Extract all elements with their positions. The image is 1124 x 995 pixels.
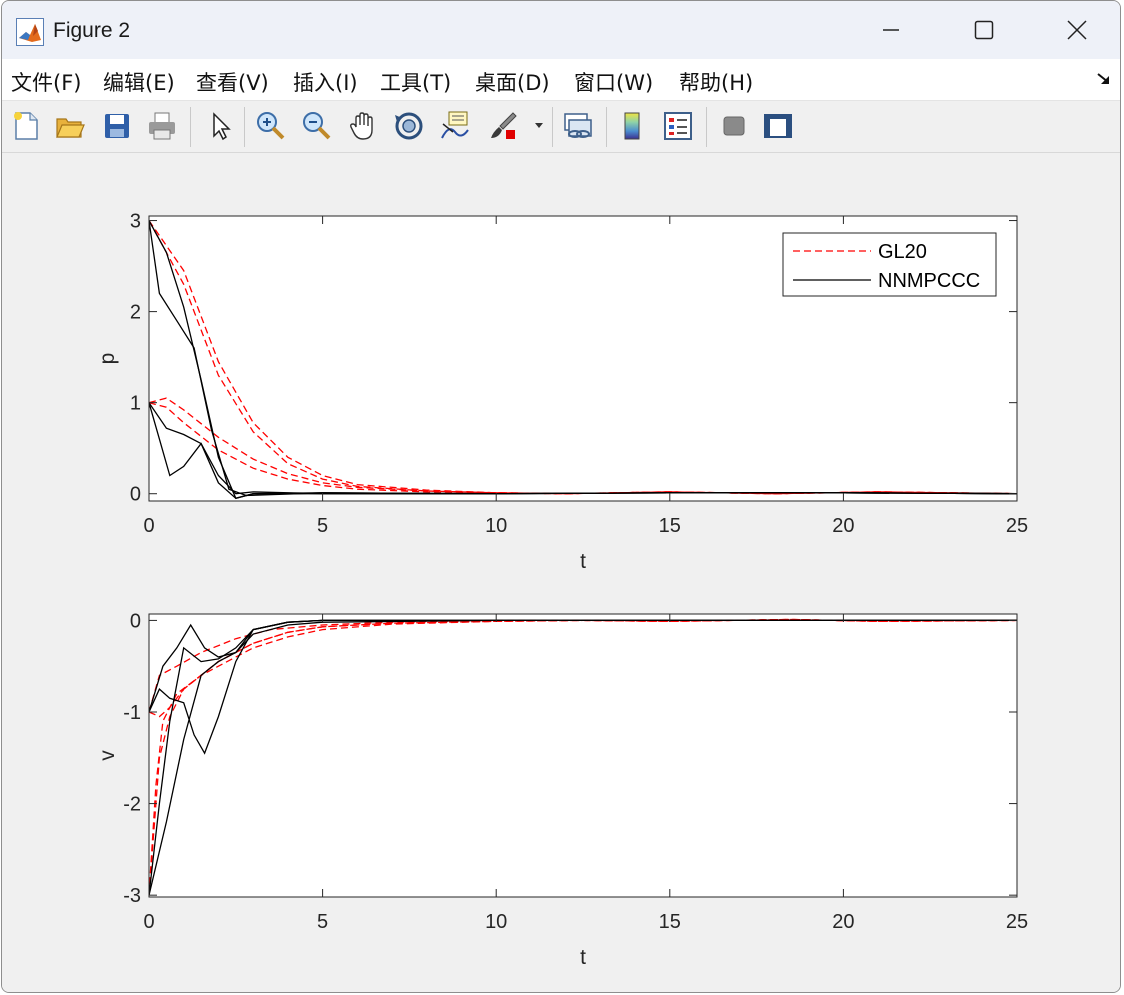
close-icon [1067, 20, 1087, 40]
hide-plot-tools-button[interactable] [716, 108, 752, 144]
pan-button[interactable] [345, 108, 381, 144]
figure-canvas: 0 5 10 15 20 25 0 1 2 3 t p GL20 NNMPCCC 0 5 10 15 20 25 -3 -… [2, 153, 1120, 992]
plot-canvas: 0 5 10 15 20 25 0 1 2 3 t p GL20 NNMPCCC 0 5 10 15 20 25 -3 -… [96, 211, 1028, 969]
open-file-button[interactable] [52, 108, 88, 144]
menu-tools[interactable]: 工具(T) [380, 67, 451, 97]
y-tick-label: -2 [123, 794, 141, 816]
brush-dropdown-icon [535, 123, 543, 128]
toolbar [2, 101, 1120, 153]
toolbar-separator [706, 107, 707, 147]
x-axis-label: t [580, 946, 586, 969]
x-tick-label: 15 [659, 515, 681, 537]
menu-help[interactable]: 帮助(H) [679, 67, 753, 97]
maximize-icon [974, 20, 994, 40]
x-tick-label: 25 [1006, 911, 1028, 933]
data-cursor-button[interactable] [437, 108, 473, 144]
y-tick-label: -3 [123, 885, 141, 907]
colorbar-button[interactable] [614, 108, 650, 144]
x-tick-label: 25 [1006, 515, 1028, 537]
rotate-3d-icon [395, 112, 423, 140]
show-plot-tools-button[interactable] [760, 108, 796, 144]
legend-icon [664, 112, 692, 140]
y-tick-label: 0 [130, 484, 141, 506]
edit-plot-arrow-icon [213, 112, 231, 141]
x-tick-label: 20 [832, 911, 854, 933]
save-icon [105, 114, 129, 138]
x-tick-label: 0 [143, 911, 154, 933]
window-title: Figure 2 [53, 19, 131, 42]
title-bar[interactable]: Figure 2 [2, 1, 1120, 59]
x-axis-label: t [580, 550, 586, 573]
y-tick-label: 3 [130, 211, 141, 233]
menu-file[interactable]: 文件(F) [11, 67, 81, 97]
legend-label-gl20: GL20 [878, 241, 927, 263]
link-plot-button[interactable] [560, 108, 596, 144]
colorbar-icon [624, 112, 640, 140]
menu-view[interactable]: 查看(V) [196, 67, 269, 97]
toolbar-separator [244, 107, 245, 147]
x-tick-label: 0 [143, 515, 154, 537]
plot-area [149, 614, 1017, 897]
x-tick-label: 10 [485, 515, 507, 537]
toolbar-separator [190, 107, 191, 147]
figure-window: Figure 2 文件(F) 编辑(E) 查看(V) 插入(I) 工具(T) 桌… [1, 0, 1121, 993]
brush-icon [491, 112, 517, 139]
open-file-icon [56, 118, 85, 138]
new-figure-icon [14, 112, 38, 140]
show-plot-tools-icon [764, 114, 792, 138]
menu-bar: 文件(F) 编辑(E) 查看(V) 插入(I) 工具(T) 桌面(D) 窗口(W… [2, 59, 1120, 101]
menu-window[interactable]: 窗口(W) [574, 67, 653, 97]
legend-button[interactable] [660, 108, 696, 144]
pan-hand-icon [350, 112, 373, 140]
zoom-in-icon [257, 112, 285, 140]
close-button[interactable] [1054, 9, 1100, 51]
hide-plot-tools-icon [723, 116, 745, 136]
y-tick-label: -1 [123, 702, 141, 724]
edit-plot-button[interactable] [202, 108, 238, 144]
rotate-3d-button[interactable] [391, 108, 427, 144]
data-cursor-icon [441, 111, 469, 139]
zoom-out-button[interactable] [298, 108, 334, 144]
toolbar-separator [552, 107, 553, 147]
x-tick-label: 5 [317, 515, 328, 537]
save-button[interactable] [99, 108, 135, 144]
y-axis-label: p [96, 353, 119, 365]
link-plot-icon [564, 113, 592, 138]
x-tick-label: 20 [832, 515, 854, 537]
print-icon [149, 112, 175, 140]
toolbar-separator [606, 107, 607, 147]
zoom-out-icon [303, 112, 331, 140]
dock-arrow-icon[interactable] [1096, 71, 1112, 87]
menu-desktop[interactable]: 桌面(D) [475, 67, 550, 97]
menu-insert[interactable]: 插入(I) [293, 67, 358, 97]
print-button[interactable] [144, 108, 180, 144]
maximize-button[interactable] [961, 9, 1007, 51]
x-tick-label: 5 [317, 911, 328, 933]
legend-label-nnmpccc: NNMPCCC [878, 270, 980, 292]
x-tick-label: 10 [485, 911, 507, 933]
new-figure-button[interactable] [8, 108, 44, 144]
menu-edit[interactable]: 编辑(E) [103, 67, 175, 97]
y-axis-label: v [96, 750, 119, 761]
y-tick-label: 2 [130, 302, 141, 324]
brush-button[interactable] [485, 108, 521, 144]
minimize-icon [883, 29, 899, 31]
x-tick-label: 15 [659, 911, 681, 933]
zoom-in-button[interactable] [252, 108, 288, 144]
brush-dropdown-button[interactable] [530, 108, 546, 144]
minimize-button[interactable] [868, 9, 914, 51]
y-tick-label: 0 [130, 610, 141, 632]
y-tick-label: 1 [130, 393, 141, 415]
matlab-icon [16, 18, 44, 46]
